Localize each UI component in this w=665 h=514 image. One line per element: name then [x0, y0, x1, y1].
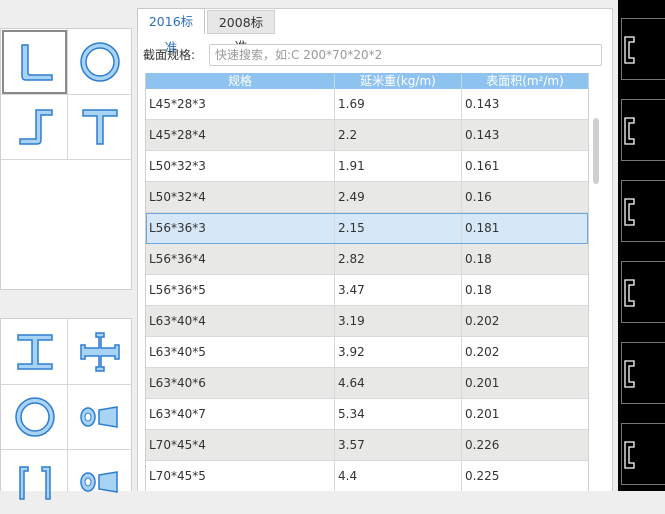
table-row[interactable]: L63*40*7 5.34 0.201: [146, 399, 588, 430]
channel-profile-icon: [624, 441, 635, 469]
cell-area: 0.226: [465, 438, 500, 452]
cell-area: 0.18: [465, 283, 492, 297]
cell-area: 0.201: [465, 376, 500, 390]
table-row[interactable]: L45*28*3 1.69 0.143: [146, 89, 588, 120]
circle-section-icon: [14, 397, 55, 437]
cell-weight: 4.64: [335, 368, 462, 398]
round-tube-section-button[interactable]: [67, 30, 132, 94]
t-section-icon: [81, 109, 118, 145]
column-header-weight[interactable]: 延米重(kg/m): [335, 73, 462, 89]
cell-area: 0.225: [465, 469, 500, 483]
cell-area: 0.202: [465, 314, 500, 328]
double-channel-section-icon: [18, 466, 51, 500]
cell-spec: L70*45*4: [146, 430, 335, 460]
cell-weight: 3.47: [335, 275, 462, 305]
table-row[interactable]: L56*36*5 3.47 0.18: [146, 275, 588, 306]
tab-2008-standard[interactable]: 2008标准: [207, 10, 275, 54]
channel-profile-icon: [624, 360, 635, 388]
cell-area: 0.161: [465, 159, 500, 173]
table-row[interactable]: L56*36*3 2.15 0.181: [146, 213, 588, 244]
table-row[interactable]: L70*45*4 3.57 0.226: [146, 430, 588, 461]
i-beam-section-button[interactable]: [2, 320, 67, 384]
cell-area: 0.18: [465, 252, 492, 266]
cell-spec: L56*36*4: [146, 244, 335, 274]
table-row[interactable]: L63*40*6 4.64 0.201: [146, 368, 588, 399]
cell-weight: 2.15: [335, 213, 462, 243]
table-row[interactable]: L50*32*4 2.49 0.16: [146, 182, 588, 213]
cell-spec: L63*40*4: [146, 306, 335, 336]
cell-spec: L45*28*3: [146, 89, 335, 119]
table-row[interactable]: L63*40*5 3.92 0.202: [146, 337, 588, 368]
tapered-tube-alt-section-icon: [79, 471, 118, 493]
tapered-tube-section-button[interactable]: [67, 385, 132, 449]
cell-area: 0.181: [465, 221, 500, 235]
cell-spec: L63*40*7: [146, 399, 335, 429]
double-channel-section-button[interactable]: [2, 450, 67, 514]
z-section-button[interactable]: [2, 95, 67, 159]
cell-weight: 4.4: [335, 461, 462, 491]
tapered-tube-section-icon: [79, 406, 118, 428]
cell-weight: 5.34: [335, 399, 462, 429]
right-preview-panel: [618, 0, 665, 491]
preview-item[interactable]: [621, 423, 665, 485]
table-header: 规格 延米重(kg/m) 表面积(m²/m): [146, 73, 588, 89]
search-label: 截面规格:: [143, 48, 196, 62]
cell-spec: L50*32*4: [146, 182, 335, 212]
cell-spec: L50*32*3: [146, 151, 335, 181]
round-tube-section-icon: [79, 42, 120, 82]
cell-weight: 1.69: [335, 89, 462, 119]
cell-weight: 3.19: [335, 306, 462, 336]
cell-weight: 2.49: [335, 182, 462, 212]
angle-section-icon: [20, 44, 53, 81]
section-palette-top: [0, 28, 132, 290]
circle-section-button[interactable]: [2, 385, 67, 449]
preview-item[interactable]: [621, 261, 665, 323]
channel-profile-icon: [624, 279, 635, 307]
cross-section-button[interactable]: [67, 320, 132, 384]
i-beam-section-icon: [16, 334, 53, 370]
angle-section-button[interactable]: [2, 30, 67, 94]
tapered-tube-alt-section-button[interactable]: [67, 450, 132, 514]
cross-section-icon: [79, 332, 120, 372]
cell-weight: 2.2: [335, 120, 462, 150]
cell-weight: 2.82: [335, 244, 462, 274]
channel-profile-icon: [624, 198, 635, 226]
cell-area: 0.201: [465, 407, 500, 421]
column-header-area[interactable]: 表面积(m²/m): [462, 73, 588, 89]
z-section-icon: [18, 109, 53, 145]
cell-spec: L63*40*6: [146, 368, 335, 398]
table-row[interactable]: L45*28*4 2.2 0.143: [146, 120, 588, 151]
cell-weight: 1.91: [335, 151, 462, 181]
table-row[interactable]: L70*45*5 4.4 0.225: [146, 461, 588, 491]
cell-area: 0.16: [465, 190, 492, 204]
cell-spec: L45*28*4: [146, 120, 335, 150]
cell-spec: L56*36*3: [146, 213, 335, 243]
table-row[interactable]: L50*32*3 1.91 0.161: [146, 151, 588, 182]
cell-area: 0.202: [465, 345, 500, 359]
scrollbar-thumb[interactable]: [593, 118, 599, 184]
cell-spec: L56*36*5: [146, 275, 335, 305]
channel-profile-icon: [624, 117, 635, 145]
preview-item[interactable]: [621, 180, 665, 242]
cell-weight: 3.57: [335, 430, 462, 460]
preview-item[interactable]: [621, 18, 665, 80]
channel-profile-icon: [624, 36, 635, 64]
preview-item[interactable]: [621, 342, 665, 404]
t-section-button[interactable]: [67, 95, 132, 159]
cell-spec: L63*40*5: [146, 337, 335, 367]
cell-spec: L70*45*5: [146, 461, 335, 491]
cell-area: 0.143: [465, 97, 500, 111]
column-header-spec[interactable]: 规格: [146, 73, 335, 89]
cell-area: 0.143: [465, 128, 500, 142]
table-row[interactable]: L63*40*4 3.19 0.202: [146, 306, 588, 337]
preview-item[interactable]: [621, 99, 665, 161]
table-row[interactable]: L56*36*4 2.82 0.18: [146, 244, 588, 275]
section-palette-bottom: [0, 318, 132, 500]
table-body: L45*28*3 1.69 0.143 L45*28*4 2.2 0.143 L50*32*…: [146, 89, 588, 491]
search-input[interactable]: [209, 44, 602, 66]
section-table: 规格 延米重(kg/m) 表面积(m²/m) L45*28*3 1.69 0.143…: [145, 73, 589, 491]
cell-weight: 3.92: [335, 337, 462, 367]
tab-2016-standard[interactable]: 2016标准: [137, 8, 205, 55]
